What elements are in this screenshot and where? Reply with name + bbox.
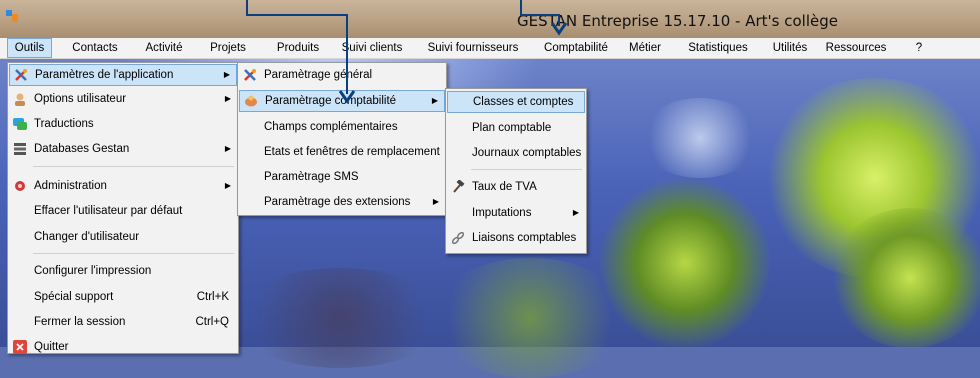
submenu-arrow-icon: ▶ — [431, 96, 438, 105]
menu-item-label: Fermer la session — [34, 316, 126, 328]
menu-contacts[interactable]: Contacts — [67, 38, 123, 58]
menu-item-label: Classes et comptes — [473, 96, 574, 108]
menu-bar: Outils Contacts Activité Projets Produit… — [0, 38, 980, 59]
menu-metier[interactable]: Métier — [622, 38, 668, 58]
menu-item-label: Paramètres de l'application — [35, 69, 174, 81]
window-title: GESTAN Entreprise 15.17.10 - Art's collè… — [517, 12, 838, 30]
comptabilite-submenu: Classes et comptes Plan comptable Journa… — [445, 88, 587, 254]
chat-icon — [13, 118, 27, 130]
menu-item-label: Databases Gestan — [34, 143, 130, 155]
parametres-submenu: Paramètrage général Paramètrage comptabi… — [237, 62, 447, 216]
menu-item-label: Paramètrage SMS — [264, 171, 359, 183]
menu-item-label: Traductions — [34, 118, 94, 130]
menu-item-effacer-utilisateur[interactable]: Effacer l'utilisateur par défaut — [9, 200, 237, 222]
menu-item-special-support[interactable]: Spécial support Ctrl+K — [9, 286, 237, 308]
submenu-arrow-icon: ▶ — [224, 94, 231, 103]
menu-help[interactable]: ? — [912, 38, 926, 58]
menu-item-label: Liaisons comptables — [472, 232, 577, 244]
menu-item-options-utilisateur[interactable]: Options utilisateur ▶ — [9, 88, 237, 110]
menu-item-label: Configurer l'impression — [34, 265, 152, 277]
menu-item-liaisons-comptables[interactable]: Liaisons comptables — [447, 227, 585, 249]
title-bar: GESTAN Entreprise 15.17.10 - Art's collè… — [0, 0, 980, 38]
menu-item-label: Paramètrage général — [264, 69, 373, 81]
menu-utilites[interactable]: Utilités — [768, 38, 812, 58]
menu-item-parametrage-general[interactable]: Paramètrage général — [239, 64, 445, 86]
menu-item-label: Etats et fenêtres de remplacement — [264, 146, 440, 158]
menu-item-label: Champs complémentaires — [264, 121, 398, 133]
hammer-icon — [453, 180, 465, 193]
callout-line — [246, 14, 348, 16]
callout-arrow-icon — [339, 90, 355, 104]
menu-item-champs-complementaires[interactable]: Champs complémentaires — [239, 116, 445, 138]
menu-item-label: Plan comptable — [472, 122, 552, 134]
submenu-arrow-icon: ▶ — [223, 70, 230, 79]
menu-separator — [33, 166, 234, 167]
menu-item-plan-comptable[interactable]: Plan comptable — [447, 117, 585, 139]
callout-line — [520, 14, 560, 16]
menu-item-label: Journaux comptables — [472, 147, 582, 159]
menu-produits[interactable]: Produits — [270, 38, 326, 58]
menu-separator — [471, 169, 582, 170]
menu-item-shortcut: Ctrl+Q — [195, 316, 229, 328]
menu-outils[interactable]: Outils — [7, 38, 52, 58]
submenu-arrow-icon: ▶ — [572, 208, 579, 217]
menu-separator — [33, 253, 234, 254]
database-icon — [14, 143, 26, 155]
menu-item-journaux-comptables[interactable]: Journaux comptables — [447, 142, 585, 164]
submenu-arrow-icon: ▶ — [432, 197, 439, 206]
menu-comptabilite[interactable]: Comptabilité — [537, 38, 615, 58]
menu-item-shortcut: Ctrl+K — [196, 291, 229, 303]
user-icon — [15, 93, 25, 106]
menu-item-administration[interactable]: Administration ▶ — [9, 175, 237, 197]
menu-item-classes-comptes[interactable]: Classes et comptes — [447, 91, 585, 113]
menu-item-changer-utilisateur[interactable]: Changer d'utilisateur — [9, 226, 237, 248]
menu-ressources[interactable]: Ressources — [818, 38, 894, 58]
menu-item-traductions[interactable]: Traductions — [9, 113, 237, 135]
menu-statistiques[interactable]: Statistiques — [682, 38, 754, 58]
menu-item-label: Imputations — [472, 207, 532, 219]
menu-item-label: Administration — [34, 180, 107, 192]
menu-item-taux-tva[interactable]: Taux de TVA — [447, 176, 585, 198]
tools-icon — [244, 69, 256, 81]
menu-activite[interactable]: Activité — [137, 38, 191, 58]
close-icon — [13, 340, 27, 354]
menu-item-label: Paramètrage des extensions — [264, 196, 411, 208]
menu-item-configurer-impression[interactable]: Configurer l'impression — [9, 260, 237, 282]
menu-item-label: Options utilisateur — [34, 93, 127, 105]
piggy-bank-icon — [245, 95, 257, 107]
menu-projets[interactable]: Projets — [204, 38, 252, 58]
menu-item-label: Changer d'utilisateur — [34, 231, 140, 243]
link-icon — [451, 231, 465, 245]
menu-item-label: Effacer l'utilisateur par défaut — [34, 205, 183, 217]
menu-item-label: Paramètrage comptabilité — [265, 95, 397, 107]
callout-arrow-icon — [551, 22, 567, 36]
menu-item-quitter[interactable]: Quitter — [9, 336, 237, 358]
menu-item-label: Quitter — [34, 341, 69, 353]
menu-item-label: Spécial support — [34, 291, 114, 303]
menu-item-fermer-session[interactable]: Fermer la session Ctrl+Q — [9, 311, 237, 333]
admin-icon — [15, 181, 25, 191]
menu-item-parametres-application[interactable]: Paramètres de l'application ▶ — [9, 64, 237, 86]
submenu-arrow-icon: ▶ — [224, 144, 231, 153]
menu-item-label: Taux de TVA — [472, 181, 537, 193]
menu-item-parametrage-extensions[interactable]: Paramètrage des extensions ▶ — [239, 191, 445, 213]
callout-line — [346, 14, 348, 94]
menu-item-etats-fenetres[interactable]: Etats et fenêtres de remplacement — [239, 141, 445, 163]
menu-suivi-fournisseurs[interactable]: Suivi fournisseurs — [420, 38, 526, 58]
outils-dropdown: Paramètres de l'application ▶ Options ut… — [7, 62, 239, 354]
tools-icon — [15, 69, 27, 81]
menu-item-databases-gestan[interactable]: Databases Gestan ▶ — [9, 138, 237, 160]
menu-item-parametrage-sms[interactable]: Paramètrage SMS — [239, 166, 445, 188]
menu-item-imputations[interactable]: Imputations ▶ — [447, 202, 585, 224]
submenu-arrow-icon: ▶ — [224, 181, 231, 190]
